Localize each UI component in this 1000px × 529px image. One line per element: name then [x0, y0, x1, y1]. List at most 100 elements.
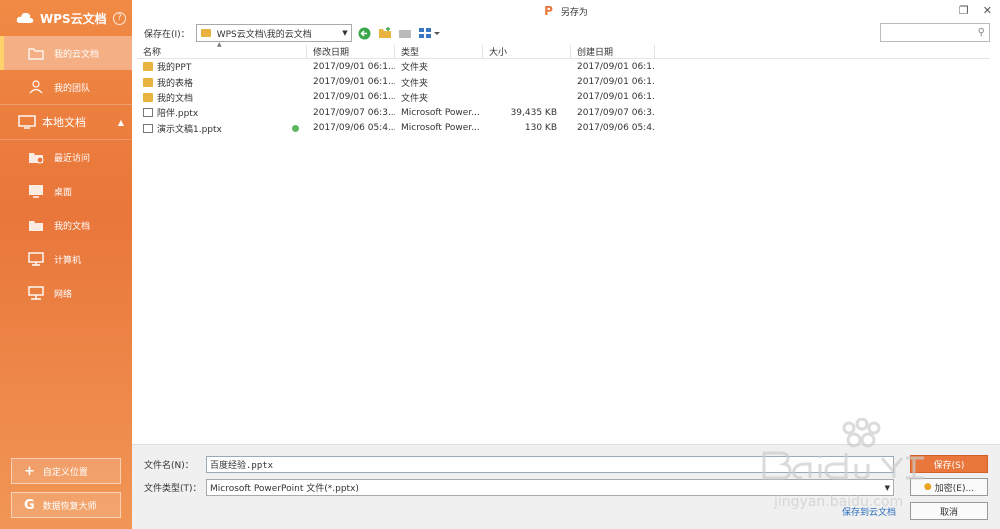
restore-icon[interactable]: ❐	[959, 4, 969, 17]
location-toolbar: 保存在(I)： WPS云文档\我的云文档 ▼ ⚲	[132, 22, 1000, 44]
save-to-cloud-link[interactable]: 保存到云文档	[842, 505, 896, 518]
file-list-header: 名称 修改日期 类型 大小 创建日期	[137, 45, 990, 59]
sidebar-brand: WPS云文档 ?	[0, 0, 132, 36]
folder-icon	[143, 92, 153, 102]
recent-folder-icon	[29, 153, 44, 164]
sidebar-item-my-team[interactable]: 我的团队	[0, 70, 132, 104]
data-recovery-label: 数据恢复大师	[42, 501, 97, 512]
documents-folder-icon	[29, 221, 43, 231]
file-modified: 2017/09/06 05:4...	[313, 123, 395, 134]
file-created: 2017/09/01 06:1...	[577, 92, 655, 103]
monitor-icon	[18, 115, 36, 129]
column-header-modified[interactable]: 修改日期	[307, 45, 395, 58]
sidebar-item-my-documents[interactable]: 我的文档	[0, 208, 132, 242]
sidebar-section-local-docs[interactable]: 本地文档 ▲	[0, 104, 132, 140]
sidebar-item-label: 我的文档	[54, 221, 91, 232]
desktop-icon	[29, 185, 43, 198]
plus-icon: +	[24, 463, 35, 479]
column-header-size[interactable]: 大小	[483, 45, 571, 58]
encrypt-button[interactable]: ● 加密(E)...	[910, 478, 988, 496]
dialog-title: 另存为	[560, 7, 588, 18]
pptx-file-icon	[143, 123, 153, 133]
section-label: 本地文档	[42, 116, 86, 129]
file-modified: 2017/09/01 06:1...	[313, 92, 395, 103]
file-type: Microsoft Power...	[401, 123, 480, 134]
chevron-down-icon: ▼	[884, 483, 890, 492]
sidebar-item-my-cloud-docs[interactable]: 我的云文档	[0, 36, 132, 70]
file-modified: 2017/09/07 06:3...	[313, 107, 395, 118]
brand-label: WPS云文档	[40, 11, 107, 26]
filename-row: 文件名(N)： 百度经验.pptx	[144, 456, 894, 473]
file-row[interactable]: 陪伴.pptx 2017/09/07 06:3... Microsoft Pow…	[137, 105, 990, 120]
data-recovery-button[interactable]: G 数据恢复大师	[11, 492, 121, 518]
sidebar: WPS云文档 ? 我的云文档 我的团队 本地文档 ▲ 最近访问 桌面 我的文档 …	[0, 0, 132, 529]
folder-icon	[143, 77, 153, 87]
file-type: Microsoft Power...	[401, 107, 480, 118]
search-input[interactable]: ⚲	[880, 23, 990, 42]
back-icon[interactable]	[358, 26, 372, 40]
up-folder-icon[interactable]	[398, 26, 412, 40]
computer-icon	[28, 252, 44, 266]
sidebar-item-recent[interactable]: 最近访问	[0, 140, 132, 174]
file-list: ▲ 名称 修改日期 类型 大小 创建日期 我的PPT 2017/09/01 06…	[137, 41, 990, 442]
column-header-created[interactable]: 创建日期	[571, 45, 655, 58]
file-row[interactable]: 我的表格 2017/09/01 06:1... 文件夹 2017/09/01 0…	[137, 74, 990, 89]
custom-location-label: 自定义位置	[42, 467, 88, 478]
help-icon[interactable]: ?	[113, 11, 126, 25]
folder-icon	[28, 48, 44, 60]
cancel-button[interactable]: 取消	[910, 502, 988, 520]
folder-icon	[200, 29, 211, 37]
filetype-row: 文件类型(T)： Microsoft PowerPoint 文件(*.pptx)…	[144, 479, 894, 496]
team-icon	[29, 80, 43, 94]
cloud-icon	[16, 12, 34, 23]
file-type: 文件夹	[401, 93, 429, 104]
file-row[interactable]: 演示文稿1.pptx 2017/09/06 05:4... Microsoft …	[137, 121, 990, 136]
file-type: 文件夹	[401, 78, 429, 89]
folder-icon	[143, 62, 153, 72]
chevron-up-icon: ▲	[117, 117, 124, 127]
sidebar-item-desktop[interactable]: 桌面	[0, 174, 132, 208]
pptx-file-icon	[143, 108, 153, 118]
save-options-panel: 文件名(N)： 百度经验.pptx 文件类型(T)： Microsoft Pow…	[132, 444, 1000, 529]
file-created: 2017/09/07 06:3...	[577, 107, 655, 118]
sidebar-item-label: 计算机	[54, 255, 82, 266]
search-icon: ⚲	[977, 27, 985, 38]
filetype-label: 文件类型(T)：	[144, 484, 202, 494]
column-header-name[interactable]: 名称	[137, 45, 307, 58]
custom-location-button[interactable]: + 自定义位置	[11, 458, 121, 484]
dialog-titlebar: P 另存为 ❐ ✕	[132, 0, 1000, 22]
chevron-down-icon: ▼	[342, 29, 348, 37]
new-folder-icon[interactable]	[378, 26, 392, 40]
file-modified: 2017/09/01 06:1...	[313, 77, 395, 88]
save-location-select[interactable]: WPS云文档\我的云文档 ▼	[195, 24, 352, 42]
file-name: 陪伴.pptx	[157, 109, 199, 120]
file-size: 39,435 KB	[510, 107, 557, 118]
close-icon[interactable]: ✕	[983, 4, 992, 17]
sidebar-item-label: 我的团队	[54, 83, 91, 94]
sidebar-item-network[interactable]: 网络	[0, 276, 132, 310]
shield-icon: ●	[923, 482, 932, 492]
encrypt-label: 加密(E)...	[934, 483, 975, 494]
save-button[interactable]: 保存(S)	[910, 455, 988, 473]
file-size: 130 KB	[524, 123, 557, 134]
filetype-select[interactable]: Microsoft PowerPoint 文件(*.pptx) ▼	[206, 479, 894, 496]
window-controls: ❐ ✕	[959, 4, 992, 17]
file-created: 2017/09/01 06:1...	[577, 77, 655, 88]
sidebar-item-label: 我的云文档	[54, 49, 100, 60]
sidebar-item-computer[interactable]: 计算机	[0, 242, 132, 276]
view-menu-icon[interactable]	[418, 26, 440, 40]
file-created: 2017/09/06 05:4...	[577, 123, 655, 134]
file-modified: 2017/09/01 06:1...	[313, 61, 395, 72]
filetype-value: Microsoft PowerPoint 文件(*.pptx)	[210, 484, 359, 494]
save-in-label: 保存在(I)：	[144, 29, 190, 40]
file-type: 文件夹	[401, 63, 429, 74]
filename-input[interactable]: 百度经验.pptx	[206, 456, 894, 473]
sidebar-item-label: 网络	[54, 289, 73, 300]
file-name: 我的文档	[157, 93, 194, 104]
filename-label: 文件名(N)：	[144, 461, 194, 471]
sidebar-item-label: 最近访问	[54, 153, 91, 164]
file-row[interactable]: 我的PPT 2017/09/01 06:1... 文件夹 2017/09/01 …	[137, 59, 990, 74]
file-row[interactable]: 我的文档 2017/09/01 06:1... 文件夹 2017/09/01 0…	[137, 90, 990, 105]
column-header-type[interactable]: 类型	[395, 45, 483, 58]
file-name: 我的表格	[157, 78, 194, 89]
